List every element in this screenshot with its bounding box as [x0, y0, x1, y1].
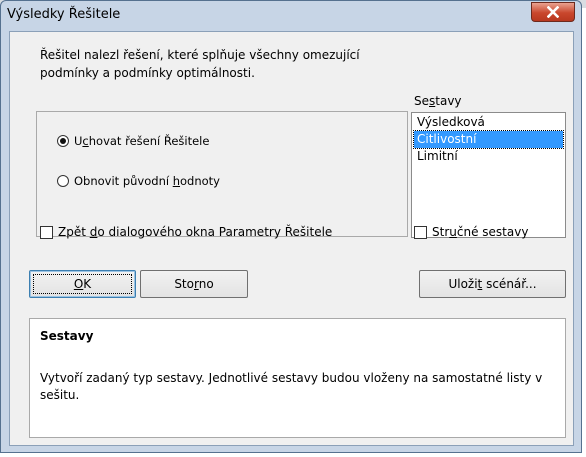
- dialog-body: Řešitel nalezl řešení, které splňuje vše…: [9, 31, 574, 446]
- cancel-button-label: Storno: [174, 277, 214, 291]
- restore-values-label: Obnovit původní hodnoty: [74, 174, 220, 188]
- result-message: Řešitel nalezl řešení, které splňuje vše…: [40, 48, 360, 80]
- return-to-parameters-checkbox[interactable]: [40, 225, 53, 239]
- cancel-button[interactable]: Storno: [140, 270, 248, 298]
- close-icon: [547, 6, 559, 18]
- restore-values-radio[interactable]: [57, 175, 69, 187]
- reports-label: Sestavy: [414, 94, 462, 108]
- restore-values-option[interactable]: Obnovit původní hodnoty: [57, 174, 220, 188]
- outline-reports-checkbox[interactable]: [414, 225, 427, 239]
- solution-options-group: Uchovat řešení Řešitele Obnovit původní …: [36, 111, 408, 237]
- dialog-title: Výsledky Řešitele: [7, 7, 121, 22]
- ok-button[interactable]: OK: [29, 270, 136, 298]
- save-scenario-label: Uložit scénář...: [448, 277, 537, 291]
- solver-results-dialog: Výsledky Řešitele Řešitel nalezl řešení,…: [0, 0, 582, 453]
- keep-solution-option[interactable]: Uchovat řešení Řešitele: [57, 134, 209, 148]
- report-item-answer[interactable]: Výsledková: [414, 114, 563, 131]
- focus-ring: [33, 274, 132, 294]
- report-item-limits[interactable]: Limitní: [414, 148, 563, 165]
- outline-reports-label: Stručné sestavy: [432, 225, 529, 239]
- save-scenario-button[interactable]: Uložit scénář...: [419, 270, 566, 298]
- report-item-sensitivity[interactable]: Citlivostní: [413, 130, 564, 149]
- reports-listbox[interactable]: Výsledková Citlivostní Limitní: [411, 112, 566, 238]
- title-bar[interactable]: Výsledky Řešitele: [1, 1, 581, 29]
- close-button[interactable]: [531, 2, 575, 22]
- keep-solution-radio[interactable]: [57, 135, 69, 147]
- keep-solution-label: Uchovat řešení Řešitele: [74, 134, 210, 148]
- report-description-panel: Sestavy Vytvoří zadaný typ sestavy. Jedn…: [29, 318, 566, 438]
- description-title: Sestavy: [40, 329, 94, 343]
- return-to-parameters-label: Zpět do dialogového okna Parametry Řešit…: [58, 225, 333, 239]
- outline-reports-option[interactable]: Stručné sestavy: [414, 225, 528, 239]
- return-to-parameters-option[interactable]: Zpět do dialogového okna Parametry Řešit…: [40, 225, 332, 239]
- description-text: Vytvoří zadaný typ sestavy. Jednotlivé s…: [40, 371, 543, 402]
